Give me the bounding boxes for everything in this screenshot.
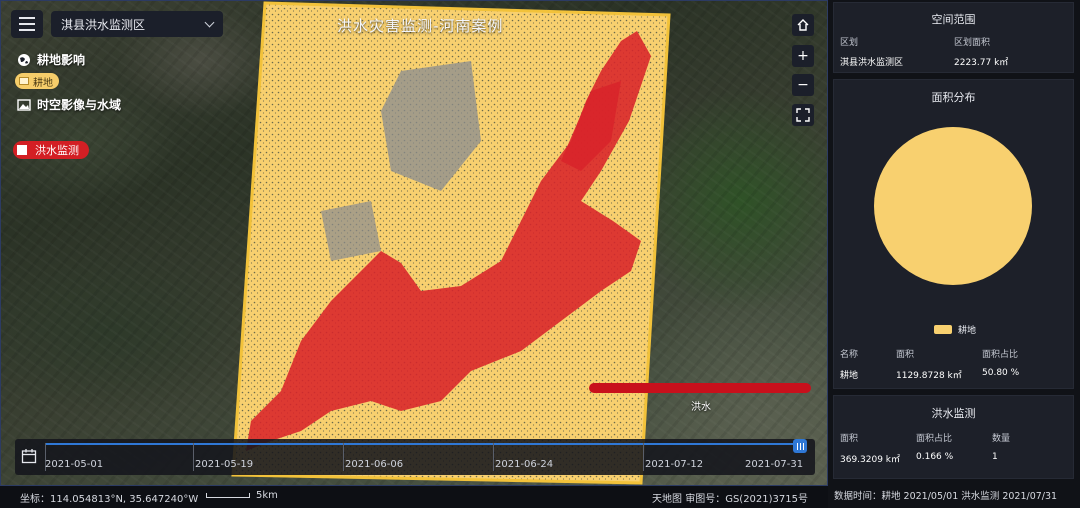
region-area: 2223.77 k㎡ (954, 58, 1009, 68)
timeline-date: 2021-05-01 (45, 459, 104, 470)
table-cell: 1 (992, 452, 998, 462)
farmland-layer-chip[interactable]: 耕地 (15, 73, 59, 89)
zoom-in-button[interactable]: + (792, 45, 814, 67)
col-header: 名称 (840, 350, 859, 360)
pie-slice-1[interactable] (874, 127, 1032, 285)
menu-icon-bar (19, 29, 35, 31)
timeline-tick (493, 443, 494, 471)
scale-line (206, 493, 250, 498)
table-cell: 369.3209 k㎡ (840, 455, 901, 465)
timeline[interactable]: 2021-05-01 2021-05-19 2021-06-06 2021-06… (15, 439, 815, 475)
area-pie-chart (874, 127, 1032, 285)
layer-group-farmland[interactable]: 耕地影响 (17, 51, 85, 68)
timeline-tick (343, 443, 344, 471)
timeline-date: 2021-07-12 (645, 459, 704, 470)
pie-legend: 耕地 (934, 323, 976, 336)
pie-legend-swatch (934, 325, 952, 334)
timeline-track[interactable] (45, 443, 807, 445)
timeline-date: 2021-07-31 (745, 459, 804, 470)
map-overlay (231, 1, 671, 485)
farmland-swatch (19, 77, 29, 85)
timeline-date: 2021-06-06 (345, 459, 404, 470)
table-cell: 50.80 % (982, 368, 1020, 378)
col-header: 区划 (840, 38, 859, 48)
col-header: 区划面积 (954, 38, 991, 48)
grip-line (796, 442, 798, 450)
grip-line (799, 442, 801, 450)
calendar-icon (21, 449, 37, 464)
menu-button[interactable] (11, 10, 43, 38)
col-header: 面积占比 (916, 434, 953, 444)
col-header: 数量 (992, 434, 1011, 444)
col-header: 面积占比 (982, 350, 1019, 360)
col-header: 面积 (840, 434, 859, 444)
flood-swatch (17, 145, 27, 155)
map-title: 洪水灾害监测-河南案例 (337, 17, 504, 35)
menu-icon-bar (19, 23, 35, 25)
panel-area-distribution: 面积分布 耕地 名称 面积 面积占比 耕地 1129.8728 k㎡ 50.80… (833, 79, 1074, 389)
layer-group-imagery[interactable]: 时空影像与水域 (17, 96, 121, 113)
region-select-value: 淇县洪水监测区 (61, 17, 146, 32)
timeline-tick (643, 443, 644, 471)
grip-line (802, 442, 804, 450)
flood-legend-label: 洪水 (691, 402, 711, 413)
globe-icon (18, 53, 30, 66)
panel-title: 面积分布 (931, 91, 976, 104)
panel-title: 洪水监测 (931, 407, 976, 420)
panel-title: 空间范围 (931, 13, 976, 26)
layer-group-imagery-label: 时空影像与水域 (37, 98, 122, 112)
panel-spatial-extent: 空间范围 区划 区划面积 淇县洪水监测区 2223.77 k㎡ (833, 2, 1074, 73)
fullscreen-icon (796, 108, 810, 122)
scale-bar: 5km (206, 490, 278, 501)
timeline-date: 2021-05-19 (195, 459, 254, 470)
home-icon (797, 19, 809, 31)
chevron-down-icon (204, 17, 215, 27)
fullscreen-button[interactable] (792, 104, 814, 126)
status-bar: 坐标：114.054813°N, 35.647240°W 5km 天地图 审图号… (0, 486, 828, 508)
col-header: 面积 (896, 350, 915, 360)
table-cell: 0.166 % (916, 452, 954, 462)
urban-area-2 (321, 201, 381, 261)
region-name: 淇县洪水监测区 (840, 58, 904, 68)
table-cell: 耕地 (840, 371, 859, 381)
flood-legend-bar (589, 383, 811, 393)
image-icon (17, 98, 31, 111)
table-cell: 1129.8728 k㎡ (896, 371, 962, 381)
menu-icon-bar (19, 17, 35, 19)
timeline-handle[interactable] (793, 439, 807, 453)
pie-legend-label: 耕地 (958, 326, 977, 336)
farmland-chip-label: 耕地 (33, 77, 53, 89)
scale-label: 5km (256, 490, 278, 501)
map-view[interactable]: 洪水灾害监测-河南案例 淇县洪水监测区 耕地影响 耕地 时空影像与水域 洪水监测 (0, 0, 828, 486)
map-credit: 天地图 审图号：GS(2021)3715号 (652, 494, 808, 505)
home-button[interactable] (792, 14, 814, 36)
flood-layer-chip[interactable]: 洪水监测 (13, 141, 89, 159)
data-time-note: 数据时间：耕地 2021/05/01 洪水监测 2021/07/31 (834, 491, 1058, 502)
timeline-date: 2021-06-24 (495, 459, 554, 470)
layer-group-farmland-label: 耕地影响 (37, 53, 86, 67)
panel-flood-monitoring: 洪水监测 面积 面积占比 数量 369.3209 k㎡ 0.166 % 1 (833, 395, 1074, 479)
region-select[interactable]: 淇县洪水监测区 (51, 11, 223, 37)
coordinate-readout: 坐标：114.054813°N, 35.647240°W (20, 494, 199, 505)
flood-chip-label: 洪水监测 (35, 144, 79, 157)
timeline-tick (193, 443, 194, 471)
zoom-out-button[interactable]: − (792, 74, 814, 96)
